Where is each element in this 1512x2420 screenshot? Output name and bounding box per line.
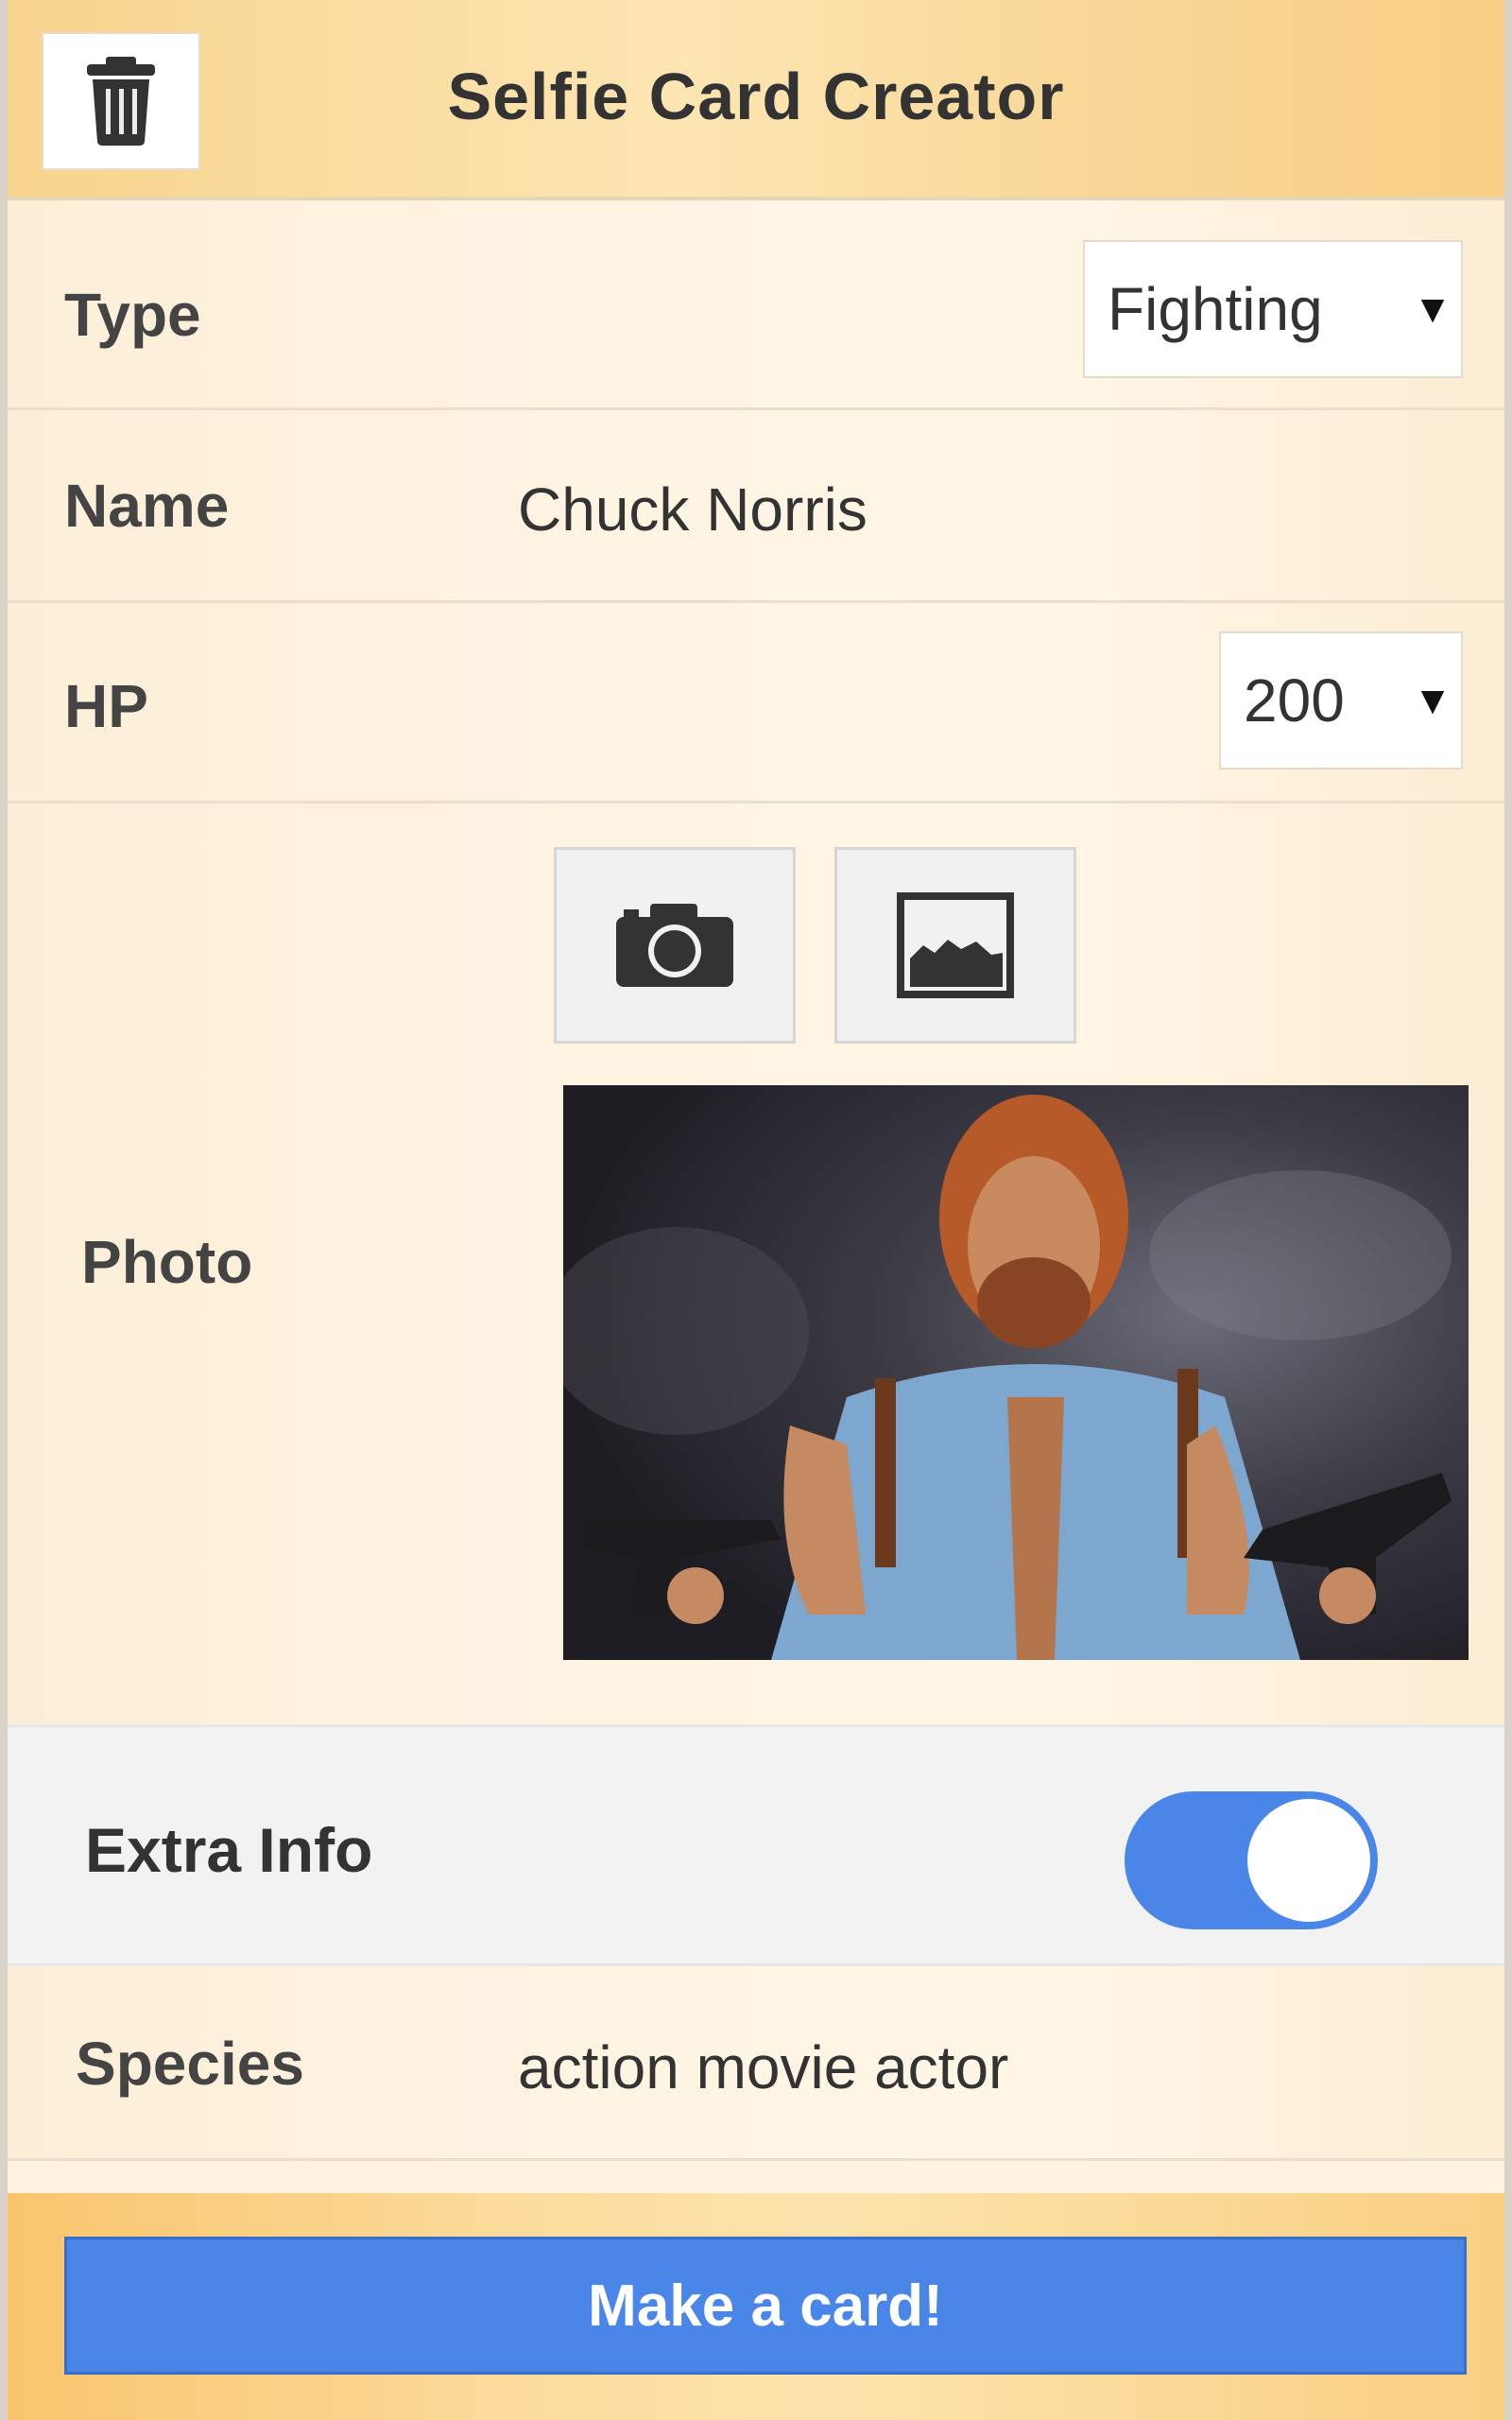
species-label: Species — [76, 2030, 304, 2098]
hp-select[interactable]: 200 ▼ — [1219, 631, 1463, 769]
extra-info-row: Extra Info — [8, 1724, 1504, 1966]
choose-image-button[interactable] — [834, 847, 1076, 1044]
header-bar: Selfie Card Creator — [8, 0, 1504, 200]
name-row: Name Chuck Norris — [8, 410, 1504, 603]
type-row: Type Fighting ▼ — [8, 200, 1504, 410]
hp-label: HP — [64, 672, 148, 740]
hp-selected-value: 200 — [1244, 666, 1345, 735]
chevron-down-icon: ▼ — [1413, 286, 1452, 331]
camera-icon — [616, 904, 733, 987]
selfie-photo — [563, 1085, 1469, 1660]
footer-bar: Make a card! — [8, 2193, 1504, 2420]
chevron-down-icon: ▼ — [1413, 678, 1452, 722]
species-row: Species action movie actor — [8, 1966, 1504, 2161]
app-window: Selfie Card Creator Type Fighting ▼ Name… — [0, 0, 1512, 2420]
type-select[interactable]: Fighting ▼ — [1083, 240, 1463, 378]
page-title: Selfie Card Creator — [447, 60, 1065, 133]
name-input[interactable]: Chuck Norris — [518, 475, 868, 544]
selfie-photo-image — [563, 1085, 1469, 1660]
make-card-button[interactable]: Make a card! — [64, 2237, 1467, 2375]
name-label: Name — [64, 472, 230, 540]
extra-info-toggle[interactable] — [1125, 1791, 1378, 1929]
hp-row: HP 200 ▼ — [8, 603, 1504, 804]
type-selected-value: Fighting — [1108, 275, 1323, 343]
type-label: Type — [64, 281, 201, 349]
photo-label: Photo — [81, 1228, 253, 1296]
extra-info-label: Extra Info — [85, 1815, 373, 1885]
take-photo-button[interactable] — [554, 847, 796, 1044]
image-icon — [897, 892, 1014, 998]
species-input[interactable]: action movie actor — [518, 2032, 1008, 2102]
toggle-knob — [1247, 1799, 1370, 1922]
